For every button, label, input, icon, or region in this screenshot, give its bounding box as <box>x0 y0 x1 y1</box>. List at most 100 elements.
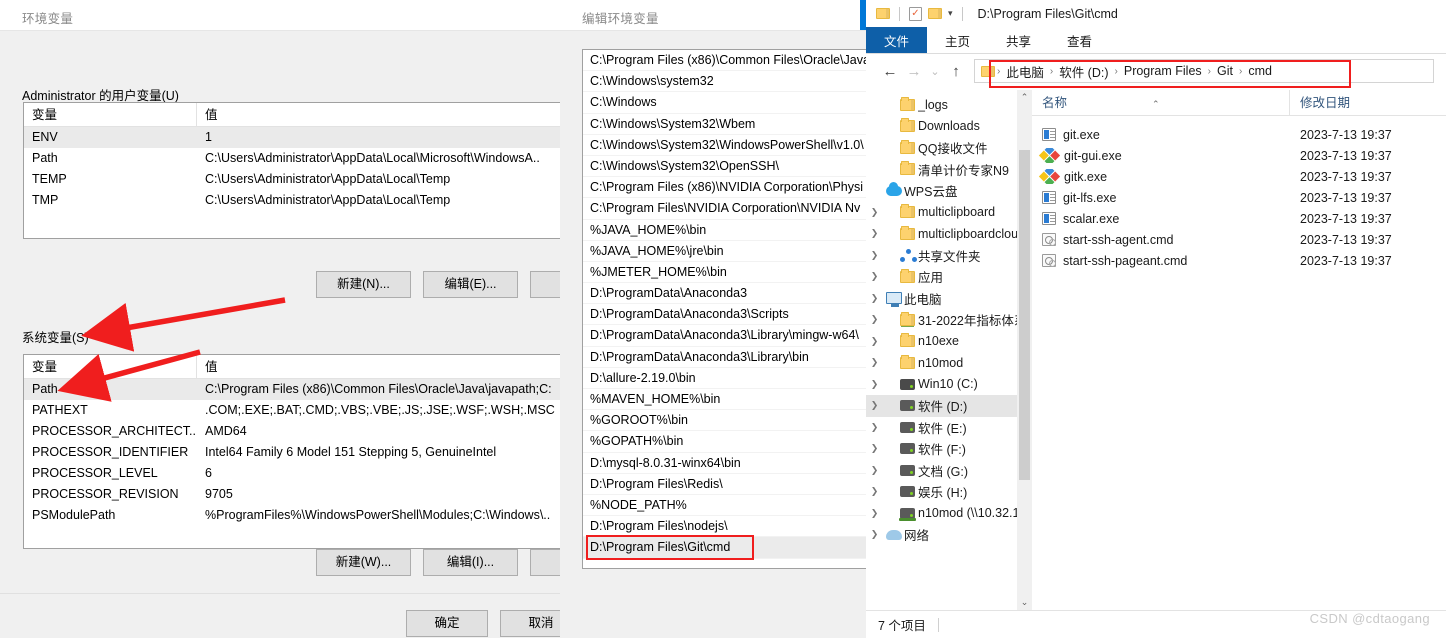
file-row-6[interactable]: start-ssh-pageant.cmd2023-7-13 19:37 <box>1032 250 1446 271</box>
path-entry[interactable]: %JAVA_HOME%\jre\bin <box>583 241 866 262</box>
path-entries-list[interactable]: C:\Program Files (x86)\Common Files\Orac… <box>582 49 866 569</box>
scroll-down-icon[interactable]: ⌄ <box>1017 595 1032 610</box>
path-entry[interactable]: C:\Windows <box>583 92 866 113</box>
cancel-button[interactable]: 取消 <box>500 610 568 637</box>
path-entry[interactable]: D:\allure-2.19.0\bin <box>583 368 866 389</box>
system-variables-table[interactable]: 变量 值 PathC:\Program Files (x86)\Common F… <box>23 354 568 549</box>
path-entry[interactable]: D:\ProgramData\Anaconda3 <box>583 283 866 304</box>
forward-icon[interactable]: → <box>902 59 926 83</box>
breadcrumb-item-1[interactable]: 软件 (D:) <box>1054 62 1113 81</box>
nav-item-19[interactable]: ❯n10mod (\\10.32.1 <box>866 503 1032 525</box>
nav-item-10[interactable]: ❯31-2022年指标体系 <box>866 309 1032 331</box>
path-entry[interactable]: D:\ProgramData\Anaconda3\Library\mingw-w… <box>583 325 866 346</box>
path-entry[interactable]: %NODE_PATH% <box>583 495 866 516</box>
table-row[interactable]: PROCESSOR_IDENTIFIERIntel64 Family 6 Mod… <box>24 442 568 463</box>
file-row-4[interactable]: scalar.exe2023-7-13 19:37 <box>1032 208 1446 229</box>
path-entry[interactable]: C:\Program Files (x86)\NVIDIA Corporatio… <box>583 177 866 198</box>
chevron-right-icon[interactable]: ❯ <box>866 422 883 433</box>
path-entry[interactable]: C:\Windows\System32\WindowsPowerShell\v1… <box>583 135 866 156</box>
system-edit-button[interactable]: 编辑(I)... <box>423 549 518 576</box>
system-new-button[interactable]: 新建(W)... <box>316 549 411 576</box>
up-icon[interactable]: ↑ <box>944 59 968 83</box>
breadcrumb[interactable]: ›此电脑›软件 (D:)›Program Files›Git›cmd <box>974 59 1434 83</box>
chevron-right-icon[interactable]: ❯ <box>866 379 883 390</box>
file-row-0[interactable]: git.exe2023-7-13 19:37 <box>1032 124 1446 145</box>
path-entry[interactable]: C:\Windows\System32\OpenSSH\ <box>583 156 866 177</box>
path-entry[interactable]: D:\Program Files\nodejs\ <box>583 516 866 537</box>
file-row-3[interactable]: git-lfs.exe2023-7-13 19:37 <box>1032 187 1446 208</box>
chevron-right-icon[interactable]: ❯ <box>866 508 883 519</box>
path-entry[interactable]: D:\Program Files\Redis\ <box>583 474 866 495</box>
path-entry[interactable]: C:\Windows\system32 <box>583 71 866 92</box>
system-col-variable[interactable]: 变量 <box>24 355 197 379</box>
path-entry[interactable]: C:\Program Files (x86)\Common Files\Orac… <box>583 50 866 71</box>
chevron-right-icon[interactable]: ❯ <box>866 465 883 476</box>
folder-icon[interactable] <box>876 8 890 19</box>
nav-item-0[interactable]: _logs <box>866 94 1032 116</box>
scrollbar-thumb[interactable] <box>1019 150 1030 480</box>
table-row[interactable]: PROCESSOR_LEVEL6 <box>24 463 568 484</box>
user-variables-table[interactable]: 变量 值 ENV1PathC:\Users\Administrator\AppD… <box>23 102 568 239</box>
path-entry[interactable]: %GOROOT%\bin <box>583 410 866 431</box>
chevron-right-icon[interactable]: ❯ <box>866 529 883 540</box>
breadcrumb-item-3[interactable]: Git <box>1212 64 1238 78</box>
nav-item-17[interactable]: ❯文档 (G:) <box>866 460 1032 482</box>
table-row[interactable]: TEMPC:\Users\Administrator\AppData\Local… <box>24 169 568 190</box>
system-col-value[interactable]: 值 <box>197 355 568 379</box>
nav-item-4[interactable]: WPS云盘 <box>866 180 1032 202</box>
back-icon[interactable]: ← <box>878 59 902 83</box>
chevron-right-icon[interactable]: ❯ <box>866 336 883 347</box>
nav-item-6[interactable]: ❯multiclipboardclou <box>866 223 1032 245</box>
nav-item-9[interactable]: ❯此电脑 <box>866 288 1032 310</box>
path-entry[interactable]: C:\Windows\System32\Wbem <box>583 114 866 135</box>
nav-item-20[interactable]: ❯网络 <box>866 524 1032 546</box>
nav-item-7[interactable]: ❯共享文件夹 <box>866 245 1032 267</box>
tab-share[interactable]: 共享 <box>988 27 1049 53</box>
breadcrumb-item-4[interactable]: cmd <box>1243 64 1277 78</box>
file-row-2[interactable]: gitk.exe2023-7-13 19:37 <box>1032 166 1446 187</box>
user-col-variable[interactable]: 变量 <box>24 103 197 127</box>
tab-home[interactable]: 主页 <box>927 27 988 53</box>
chevron-right-icon[interactable]: ❯ <box>866 357 883 368</box>
chevron-right-icon[interactable]: ❯ <box>866 271 883 282</box>
nav-item-8[interactable]: ❯应用 <box>866 266 1032 288</box>
nav-item-11[interactable]: ❯n10exe <box>866 331 1032 353</box>
chevron-right-icon[interactable]: ❯ <box>866 443 883 454</box>
recent-locations-icon[interactable]: ⌄ <box>926 59 944 83</box>
chevron-right-icon[interactable]: ❯ <box>866 400 883 411</box>
chevron-right-icon[interactable]: ❯ <box>866 228 883 239</box>
column-header-name[interactable]: 名称 ⌃ <box>1032 90 1290 116</box>
new-folder-icon[interactable] <box>928 8 942 19</box>
nav-item-16[interactable]: ❯软件 (F:) <box>866 438 1032 460</box>
user-edit-button[interactable]: 编辑(E)... <box>423 271 518 298</box>
tab-view[interactable]: 查看 <box>1049 27 1110 53</box>
path-entry[interactable]: %GOPATH%\bin <box>583 431 866 452</box>
properties-check-icon[interactable]: ✓ <box>909 7 922 21</box>
table-row[interactable]: PROCESSOR_REVISION9705 <box>24 484 568 505</box>
table-row[interactable]: ENV1 <box>24 127 568 148</box>
path-entry[interactable]: D:\Program Files\Git\cmd <box>583 537 866 558</box>
navpane-scrollbar[interactable]: ⌃ ⌄ <box>1017 90 1032 610</box>
path-entry[interactable]: D:\ProgramData\Anaconda3\Library\bin <box>583 347 866 368</box>
tab-file[interactable]: 文件 <box>866 27 927 53</box>
table-row[interactable]: PATHEXT.COM;.EXE;.BAT;.CMD;.VBS;.VBE;.JS… <box>24 400 568 421</box>
column-header-date[interactable]: 修改日期 <box>1290 90 1350 116</box>
file-row-5[interactable]: start-ssh-agent.cmd2023-7-13 19:37 <box>1032 229 1446 250</box>
user-new-button[interactable]: 新建(N)... <box>316 271 411 298</box>
chevron-right-icon[interactable]: ❯ <box>866 293 883 304</box>
nav-item-2[interactable]: QQ接收文件 <box>866 137 1032 159</box>
ok-button[interactable]: 确定 <box>406 610 488 637</box>
path-entry[interactable]: C:\Program Files\NVIDIA Corporation\NVID… <box>583 198 866 219</box>
breadcrumb-item-0[interactable]: 此电脑 <box>1001 62 1049 81</box>
table-row[interactable]: PSModulePath%ProgramFiles%\WindowsPowerS… <box>24 505 568 526</box>
nav-item-13[interactable]: ❯Win10 (C:) <box>866 374 1032 396</box>
path-entry[interactable]: %JAVA_HOME%\bin <box>583 220 866 241</box>
path-entry[interactable]: D:\mysql-8.0.31-winx64\bin <box>583 453 866 474</box>
table-row[interactable]: PathC:\Program Files (x86)\Common Files\… <box>24 379 568 400</box>
chevron-right-icon[interactable]: ❯ <box>866 486 883 497</box>
nav-item-1[interactable]: Downloads <box>866 116 1032 138</box>
nav-item-12[interactable]: ❯n10mod <box>866 352 1032 374</box>
nav-item-14[interactable]: ❯软件 (D:) <box>866 395 1032 417</box>
nav-item-15[interactable]: ❯软件 (E:) <box>866 417 1032 439</box>
nav-item-5[interactable]: ❯multiclipboard <box>866 202 1032 224</box>
